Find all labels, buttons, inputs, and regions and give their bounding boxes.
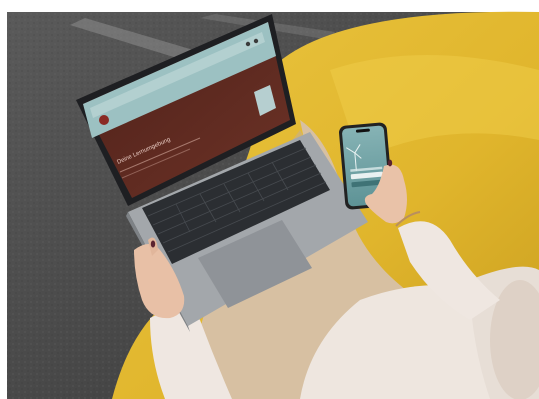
- nail-right: [387, 159, 393, 167]
- nail: [150, 240, 156, 248]
- photo-scene: Deine Lern­umgebung: [0, 0, 539, 399]
- site-logo-icon: [99, 115, 109, 125]
